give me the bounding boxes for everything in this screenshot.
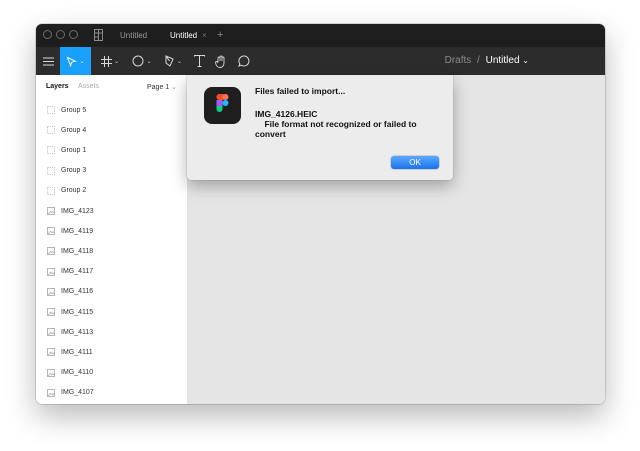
tab-untitled-1[interactable]: Untitled: [120, 24, 147, 47]
comment-icon: [238, 55, 250, 67]
text-icon: [193, 55, 205, 67]
layer-row[interactable]: IMG_4113: [36, 322, 187, 342]
minimize-window-button[interactable]: [56, 30, 65, 39]
figma-home-icon[interactable]: [94, 29, 103, 41]
layer-row[interactable]: IMG_4115: [36, 302, 187, 322]
layer-label: Group 3: [61, 167, 87, 175]
layer-row[interactable]: IMG_4117: [36, 262, 187, 282]
layer-label: IMG_4117: [61, 268, 94, 276]
layer-row[interactable]: IMG_4119: [36, 221, 187, 241]
image-icon: [47, 328, 55, 337]
layer-label: IMG_4107: [61, 389, 94, 397]
layer-row[interactable]: IMG_4118: [36, 241, 187, 261]
layer-label: Group 4: [61, 126, 87, 134]
breadcrumb-parent[interactable]: Drafts: [445, 55, 472, 66]
image-icon: [47, 207, 55, 215]
image-icon: [47, 308, 55, 316]
tab-untitled-2[interactable]: Untitled: [170, 24, 197, 47]
layer-label: IMG_4110: [61, 369, 94, 377]
app-window: Untitled Untitled × + ⌄ ⌄ ⌄ ⌄ Drafts / U…: [36, 24, 605, 404]
pen-tool-button[interactable]: ⌄: [159, 47, 187, 75]
breadcrumb: Drafts / Untitled ⌄: [445, 47, 529, 75]
layer-row[interactable]: Group 4: [36, 120, 187, 140]
layer-row[interactable]: IMG_4110: [36, 363, 187, 383]
menu-icon[interactable]: [40, 47, 56, 75]
dialog-message: IMG_4126.HEIC File format not recognized…: [255, 109, 417, 139]
layer-row[interactable]: IMG_4123: [36, 201, 187, 221]
group-icon: [47, 146, 55, 155]
layer-label: IMG_4119: [61, 227, 94, 235]
layer-label: IMG_4111: [61, 348, 93, 356]
chevron-down-icon: ⌄: [171, 84, 178, 91]
text-tool-button[interactable]: [190, 47, 208, 75]
layer-row[interactable]: Group 5: [36, 100, 187, 120]
layer-row[interactable]: IMG_4116: [36, 282, 187, 302]
shape-tool-button[interactable]: ⌄: [128, 47, 156, 75]
image-icon: [47, 348, 55, 357]
layer-label: IMG_4123: [61, 207, 94, 215]
layer-label: Group 5: [61, 106, 87, 114]
toolbar: ⌄ ⌄ ⌄ ⌄ Drafts / Untitled ⌄: [36, 47, 605, 75]
ok-button[interactable]: OK: [391, 156, 439, 169]
new-tab-button[interactable]: +: [217, 24, 223, 47]
figma-app-icon: [204, 87, 241, 124]
breadcrumb-current[interactable]: Untitled: [486, 55, 520, 66]
move-icon: [67, 56, 78, 67]
image-icon: [47, 247, 55, 256]
layer-label: IMG_4118: [61, 247, 94, 255]
image-icon: [47, 267, 55, 276]
group-icon: [47, 106, 55, 114]
pen-icon: [165, 55, 174, 67]
page-selector-label: Page 1: [147, 84, 170, 91]
group-icon: [47, 166, 55, 175]
zoom-window-button[interactable]: [69, 30, 78, 39]
layer-label: Group 1: [61, 146, 87, 154]
image-icon: [47, 368, 55, 377]
layer-row[interactable]: Group 1: [36, 140, 187, 160]
move-tool-button[interactable]: ⌄: [60, 47, 91, 75]
hand-tool-button[interactable]: [212, 47, 230, 75]
layer-row[interactable]: Group 2: [36, 181, 187, 201]
tab-layers[interactable]: Layers: [46, 83, 69, 90]
layer-row[interactable]: Group 3: [36, 161, 187, 181]
chevron-down-icon[interactable]: ⌄: [522, 56, 529, 65]
layers-panel: Layers Assets Page 1 ⌄ Group 5 Group 4 Gro…: [36, 75, 188, 404]
breadcrumb-separator: /: [477, 55, 480, 66]
image-icon: [47, 388, 55, 397]
layer-label: IMG_4115: [61, 308, 94, 316]
hand-icon: [215, 55, 225, 68]
layer-label: IMG_4116: [61, 288, 94, 296]
dialog-title: Files failed to import...: [255, 86, 346, 96]
image-icon: [47, 287, 55, 296]
frame-icon: [100, 55, 112, 67]
page-selector[interactable]: Page 1 ⌄: [147, 83, 177, 91]
layer-row[interactable]: IMG_4107: [36, 383, 187, 403]
layer-row[interactable]: IMG_4111: [36, 342, 187, 362]
group-icon: [47, 186, 55, 195]
close-tab-icon[interactable]: ×: [202, 24, 207, 47]
tab-assets[interactable]: Assets: [78, 83, 99, 90]
comment-tool-button[interactable]: [235, 47, 253, 75]
layer-label: IMG_4113: [61, 328, 94, 336]
group-icon: [47, 126, 55, 135]
close-window-button[interactable]: [43, 30, 52, 39]
shape-icon: [132, 55, 144, 67]
image-icon: [47, 227, 55, 236]
layer-label: Group 2: [61, 187, 87, 195]
tab-bar: Untitled Untitled × +: [36, 24, 605, 47]
frame-tool-button[interactable]: ⌄: [96, 47, 124, 75]
import-error-dialog: Files failed to import... IMG_4126.HEIC …: [187, 75, 453, 180]
